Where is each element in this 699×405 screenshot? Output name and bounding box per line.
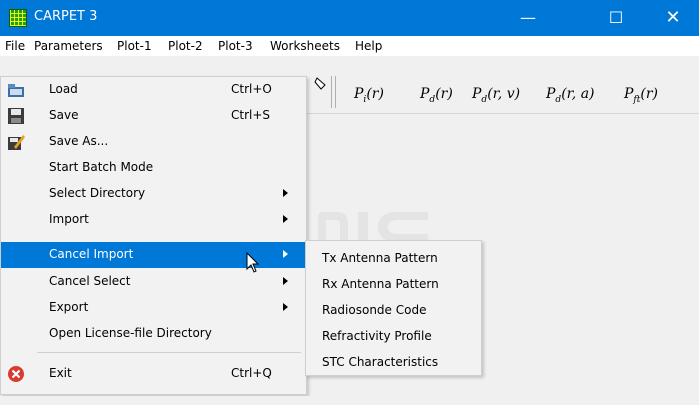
formula-base: P [354,86,364,102]
formula-base: P [624,86,634,102]
floppy-disk-icon [8,108,24,124]
menu-item-start-batch-mode[interactable]: Start Batch Mode [1,155,306,181]
menu-item-shortcut: Ctrl+S [231,108,271,122]
menu-item-label: Cancel Import [49,247,134,261]
formula-pi-r-button[interactable]: Pi(r) [354,86,384,105]
folder-open-icon [8,84,24,97]
formula-arg: (r) [640,86,658,102]
menu-item-save[interactable]: Save Ctrl+S [1,103,306,129]
formula-pft-r-button[interactable]: Pft(r) [624,86,658,105]
window-title: CARPET 3 [34,9,98,24]
menu-worksheets[interactable]: Worksheets [270,39,340,53]
menu-item-open-license-directory[interactable]: Open License-file Directory [1,321,306,347]
submenu-item-label: Rx Antenna Pattern [322,277,439,291]
formula-base: P [472,86,482,102]
menu-item-label: Start Batch Mode [49,160,154,174]
menu-item-export[interactable]: Export [1,295,306,321]
cancel-import-submenu: Tx Antenna Pattern Rx Antenna Pattern Ra… [305,240,482,376]
submenu-item-stc-characteristics[interactable]: STC Characteristics [306,349,481,375]
status-bar [0,396,699,405]
pencil-icon[interactable] [314,76,328,94]
menu-file[interactable]: File [5,39,25,53]
menu-item-shortcut: Ctrl+O [231,82,272,96]
submenu-item-radiosonde-code[interactable]: Radiosonde Code [306,297,481,323]
menu-item-cancel-import[interactable]: Cancel Import [1,242,306,268]
menu-item-label: Load [49,82,78,96]
exit-icon [8,366,24,382]
formula-arg: (r, v) [487,86,521,102]
submenu-item-tx-antenna-pattern[interactable]: Tx Antenna Pattern [306,245,481,271]
mouse-cursor-icon [246,252,260,273]
formula-pd-ra-button[interactable]: Pd(r, a) [546,86,595,105]
menu-item-exit[interactable]: Exit Ctrl+Q [1,361,306,387]
menu-item-label: Save [49,108,79,122]
menu-item-save-as[interactable]: Save As... [1,129,306,155]
app-icon [9,9,27,27]
formula-base: P [420,86,430,102]
menu-item-load[interactable]: Load Ctrl+O [1,77,306,103]
submenu-arrow-icon [283,277,288,285]
submenu-item-rx-antenna-pattern[interactable]: Rx Antenna Pattern [306,271,481,297]
minimize-button[interactable]: — [505,0,551,36]
menu-bar: File Parameters Plot-1 Plot-2 Plot-3 Wor… [0,36,699,56]
submenu-item-label: Radiosonde Code [322,303,427,317]
menu-item-label: Export [49,300,89,314]
menu-parameters[interactable]: Parameters [34,39,103,53]
menu-item-cancel-select[interactable]: Cancel Select [1,269,306,295]
submenu-arrow-icon [283,250,288,258]
menu-item-import[interactable]: Import [1,207,306,233]
app-window: CARPET 3 — ☐ ✕ File Parameters Plot-1 Pl… [0,0,699,405]
formula-arg: (r) [435,86,453,102]
formula-base: P [546,86,556,102]
submenu-arrow-icon [283,215,288,223]
menu-separator [37,352,301,353]
submenu-arrow-icon [283,303,288,311]
submenu-item-label: STC Characteristics [322,355,439,369]
menu-item-label: Import [49,212,89,226]
submenu-item-label: Refractivity Profile [322,329,432,343]
maximize-button[interactable]: ☐ [593,0,639,36]
menu-plot-1[interactable]: Plot-1 [117,39,152,53]
background-watermark [318,212,428,242]
submenu-item-refractivity-profile[interactable]: Refractivity Profile [306,323,481,349]
submenu-item-label: Tx Antenna Pattern [322,251,438,265]
menu-item-label: Exit [49,366,72,380]
menu-item-select-directory[interactable]: Select Directory [1,181,306,207]
menu-item-label: Cancel Select [49,274,131,288]
submenu-arrow-icon [283,189,288,197]
menu-plot-3[interactable]: Plot-3 [218,39,253,53]
save-as-pen-icon [8,135,25,150]
menu-plot-2[interactable]: Plot-2 [168,39,203,53]
title-bar[interactable]: CARPET 3 — ☐ ✕ [0,0,699,36]
formula-pd-rv-button[interactable]: Pd(r, v) [472,86,520,105]
close-button[interactable]: ✕ [650,0,696,36]
formula-pd-r-button[interactable]: Pd(r) [420,86,453,105]
formula-arg: (r) [366,86,384,102]
file-menu: Load Ctrl+O Save Ctrl+S Save As... Start… [0,76,307,395]
menu-item-label: Save As... [49,134,109,148]
toolbar-separator [331,76,336,108]
menu-help[interactable]: Help [355,39,382,53]
menu-item-label: Select Directory [49,186,146,200]
menu-item-shortcut: Ctrl+Q [231,366,272,380]
formula-arg: (r, a) [561,86,595,102]
menu-item-label: Open License-file Directory [49,326,212,340]
